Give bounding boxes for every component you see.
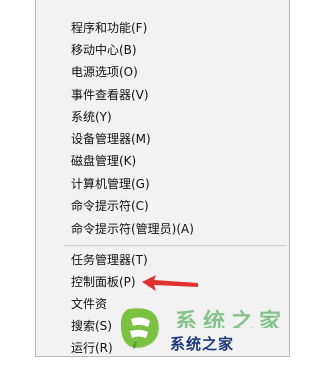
menu-item-mobility-center[interactable]: 移动中心(B) [71, 40, 137, 60]
red-arrow-icon [142, 275, 198, 291]
watermark-logo-icon [120, 308, 159, 349]
menu-item-command-prompt[interactable]: 命令提示符(C) [71, 196, 149, 216]
menu-item-file-explorer[interactable]: 文件资 [71, 294, 107, 314]
watermark-text: 系统之家 [170, 335, 235, 353]
menu-item-event-viewer[interactable]: 事件查看器(V) [71, 85, 149, 105]
menu-separator [64, 245, 286, 246]
menu-item-run[interactable]: 运行(R) [71, 338, 113, 358]
menu-item-control-panel[interactable]: 控制面板(P) [71, 272, 136, 292]
menu-item-search[interactable]: 搜索(S) [71, 316, 112, 336]
menu-item-power-options[interactable]: 电源选项(O) [71, 62, 138, 82]
watermark-ghost-text: 系统之家 [175, 310, 288, 328]
menu-item-task-manager[interactable]: 任务管理器(T) [71, 250, 148, 270]
menu-item-computer-management[interactable]: 计算机管理(G) [71, 174, 150, 194]
menu-item-command-prompt-admin[interactable]: 命令提示符(管理员)(A) [71, 219, 194, 239]
menu-item-system[interactable]: 系统(Y) [71, 107, 112, 127]
menu-item-programs-and-features[interactable]: 程序和功能(F) [71, 18, 147, 38]
menu-item-device-manager[interactable]: 设备管理器(M) [71, 129, 151, 149]
menu-item-disk-management[interactable]: 磁盘管理(K) [71, 151, 136, 171]
